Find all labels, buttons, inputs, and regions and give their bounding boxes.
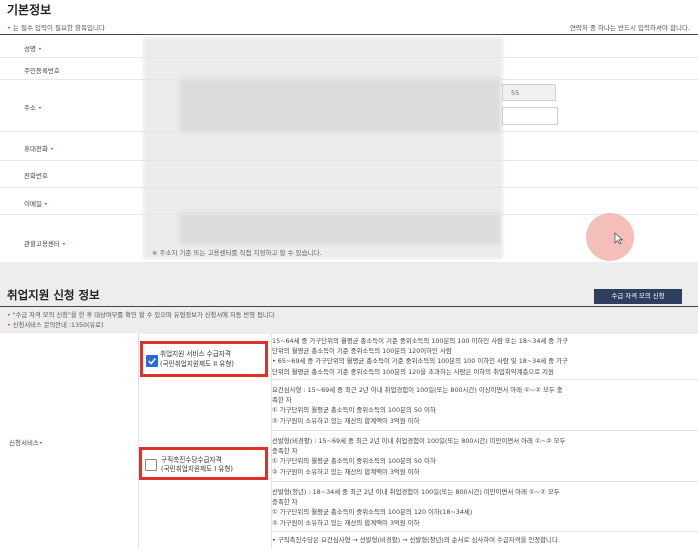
desc-line: • 65~69세 중 가구단위의 월평균 총소득이 기준 중위소득의 100분의… bbox=[272, 357, 568, 366]
desc-line: 선발형(비경활) : 15~69세 중 최근 2년 이내 취업경험이 100일(… bbox=[272, 437, 566, 445]
row-divider bbox=[0, 214, 698, 215]
apply-note-2: • 신청서비스 문의안내 :1350(유료) bbox=[7, 322, 104, 329]
apply-info-title: 취업지원 신청 정보 bbox=[7, 288, 100, 302]
required-note: • 는 필수 입력이 필요한 항목입니다 bbox=[7, 22, 105, 32]
row-divider bbox=[0, 57, 698, 58]
desc-line: ① 가구단위의 월평균 총소득이 중위소득의 100분의 50 이하 bbox=[272, 457, 436, 466]
service-label: 신청서비스• bbox=[9, 439, 43, 447]
desc-line: 충족한 자 bbox=[272, 447, 298, 456]
field-address-label: 주소 • bbox=[24, 104, 42, 112]
address-number-input[interactable]: 55 bbox=[502, 84, 556, 101]
field-phone-label: 전화번호 bbox=[24, 172, 48, 180]
desc-divider bbox=[272, 531, 698, 532]
desc-divider bbox=[272, 430, 698, 431]
screening-order-note: • 구직촉진수당은 요건심사형 → 선발형(비경활) → 선발형(청년)의 순서… bbox=[272, 536, 560, 544]
row-divider bbox=[0, 160, 698, 161]
desc-divider bbox=[272, 481, 698, 482]
cursor-highlight bbox=[586, 213, 634, 261]
desc-line: ② 가구원이 소유하고 있는 재산의 합계액이 3억원 이하 bbox=[272, 467, 420, 476]
center-note: ※ 주소지 기준 또는 고용센터를 직접 지정하고 할 수 있습니다. bbox=[152, 249, 322, 257]
field-resident-number-label: 주민등록번호 bbox=[24, 67, 60, 75]
option-type2[interactable]: 취업지원 서비스 수급자격 (국민취업지원제도 II 유형) bbox=[140, 341, 268, 377]
desc-line: 족한 자 bbox=[272, 396, 292, 405]
required-star: • bbox=[7, 24, 11, 32]
row-divider bbox=[0, 79, 698, 80]
type2-label-2: (국민취업지원제도 II 유형) bbox=[160, 360, 234, 368]
desc-line: 요건심사형 : 15~69세 중 최근 2년 이내 취업경험이 100일(또는 … bbox=[272, 386, 563, 394]
basic-info-title: 기본정보 bbox=[7, 3, 52, 17]
section-divider bbox=[0, 34, 698, 35]
desc-line: ② 가구원이 소유하고 있는 재산의 합계액이 3억원 이하 bbox=[272, 518, 420, 527]
option-type1[interactable]: 구직촉진수당수급자격 (국민취업지원제도 I 유형) bbox=[139, 447, 268, 480]
service-label-cell: 신청서비스• bbox=[0, 333, 139, 549]
type2-description: 15~64세 중 가구단위의 월평균 총소득이 기준 중위소득의 100분의 1… bbox=[272, 336, 690, 377]
field-mobile-label: 휴대전화 • bbox=[24, 145, 54, 153]
desc-divider bbox=[272, 379, 698, 380]
row-divider bbox=[0, 131, 698, 132]
desc-line: 15~64세 중 가구단위의 월평균 총소득이 기준 중위소득의 100분의 1… bbox=[272, 337, 568, 345]
type1-label-2: (국민취업지원제도 I 유형) bbox=[161, 465, 233, 473]
desc-line: ① 가구단위의 월평균 총소득이 중위소득의 100분의 120 이하(18~3… bbox=[272, 508, 473, 517]
cursor-arrow-icon bbox=[614, 232, 624, 245]
type2-checkbox[interactable] bbox=[146, 355, 158, 367]
section-divider bbox=[0, 306, 698, 307]
required-note-text: 는 필수 입력이 필요한 항목입니다 bbox=[12, 24, 105, 32]
field-email-label: 이메일 • bbox=[24, 200, 48, 208]
desc-line: 선발형(청년) : 18~34세 중 최근 2년 이내 취업경험이 100일(또… bbox=[272, 488, 560, 496]
blurred-center bbox=[180, 212, 500, 244]
apply-note-1: • "수급 자격 모의 신청"을 한 후 대상여부를 확인 할 수 있으며 유형… bbox=[7, 312, 275, 319]
selection-youth-description: 선발형(청년) : 18~34세 중 최근 2년 이내 취업경험이 100일(또… bbox=[272, 487, 690, 528]
blurred-address bbox=[180, 78, 500, 133]
selection-inactive-description: 선발형(비경활) : 15~69세 중 최근 2년 이내 취업경험이 100일(… bbox=[272, 436, 690, 477]
type2-label-1: 취업지원 서비스 수급자격 bbox=[160, 350, 231, 358]
mock-apply-button[interactable]: 수급 자격 모의 신청 bbox=[594, 289, 682, 304]
row-divider bbox=[0, 187, 698, 188]
check-icon bbox=[148, 358, 156, 365]
requirement-type-description: 요건심사형 : 15~69세 중 최근 2년 이내 취업경험이 100일(또는 … bbox=[272, 385, 690, 426]
type1-checkbox[interactable] bbox=[145, 459, 157, 471]
desc-line: ① 가구단위의 월평균 총소득이 중위소득의 100분의 50 이하 bbox=[272, 406, 436, 415]
field-center-label: 관할고용센터 • bbox=[24, 240, 66, 248]
desc-line: ② 가구원이 소유하고 있는 재산의 합계액이 3억원 이하 bbox=[272, 416, 420, 425]
contact-note: 연락처 중 하나는 반드시 입력하셔야 합니다. bbox=[569, 24, 690, 32]
desc-line: 단위의 월평균 총소득이 기준 중위소득의 100분의 120이하인 사람 bbox=[272, 347, 452, 356]
address-detail-input[interactable] bbox=[502, 107, 558, 125]
desc-line: 단위의 월평균 총소득이 기준 중위소득의 100분의 120을 초과하는 사람… bbox=[272, 367, 554, 376]
desc-line: 충족한 자 bbox=[272, 498, 298, 507]
field-name-label: 성명 • bbox=[24, 45, 42, 53]
